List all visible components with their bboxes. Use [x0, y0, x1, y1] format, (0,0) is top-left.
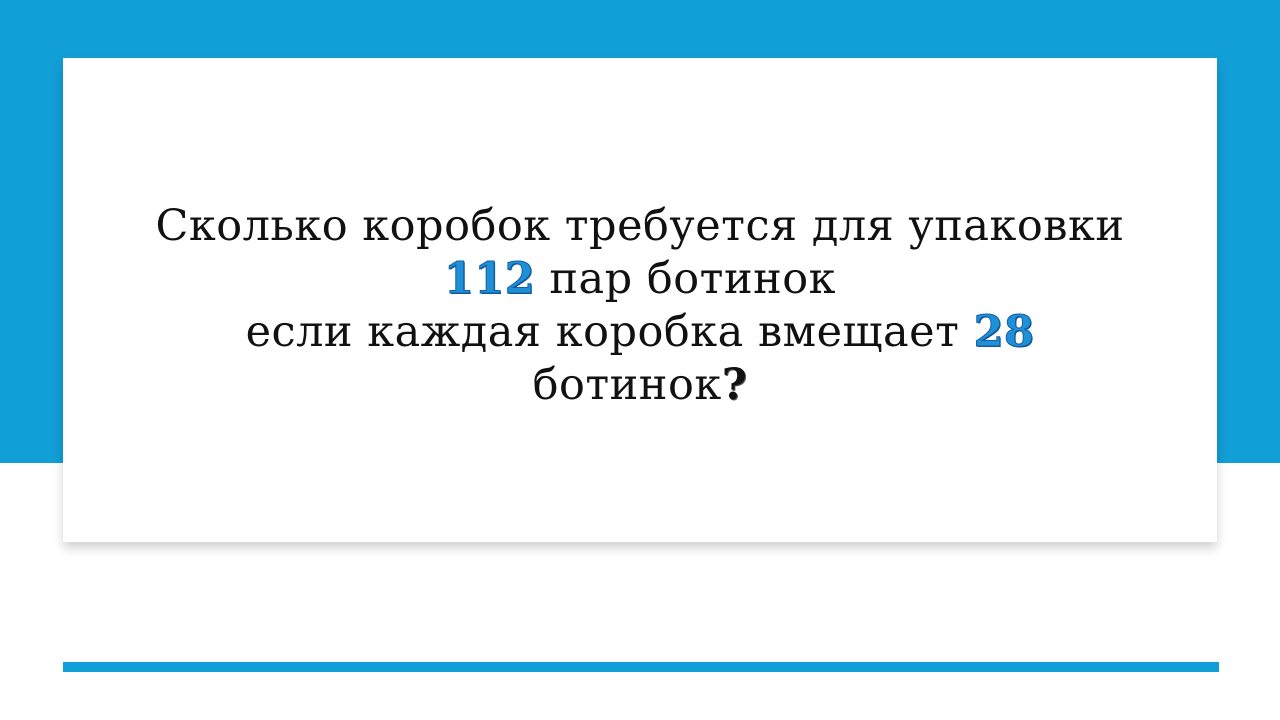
question-mark: ? [721, 360, 748, 410]
bottom-accent-bar [63, 662, 1219, 672]
question-text: Сколько коробок требуется для упаковки 1… [0, 200, 1280, 412]
question-line-2: 112 пар ботинок [0, 253, 1280, 306]
box-capacity-number: 28 [973, 307, 1035, 358]
question-line-1: Сколько коробок требуется для упаковки [0, 200, 1280, 253]
question-line-3-text: если каждая коробка вмещает [245, 307, 974, 357]
question-line-4: ботинок? [0, 359, 1280, 412]
question-line-2-text: пар ботинок [535, 254, 837, 304]
shoe-pairs-number: 112 [443, 254, 536, 305]
slide: Сколько коробок требуется для упаковки 1… [0, 0, 1280, 720]
question-line-4-text: ботинок [532, 360, 722, 410]
question-line-3: если каждая коробка вмещает 28 [0, 306, 1280, 359]
question-line-1-text: Сколько коробок требуется для упаковки [155, 201, 1125, 251]
